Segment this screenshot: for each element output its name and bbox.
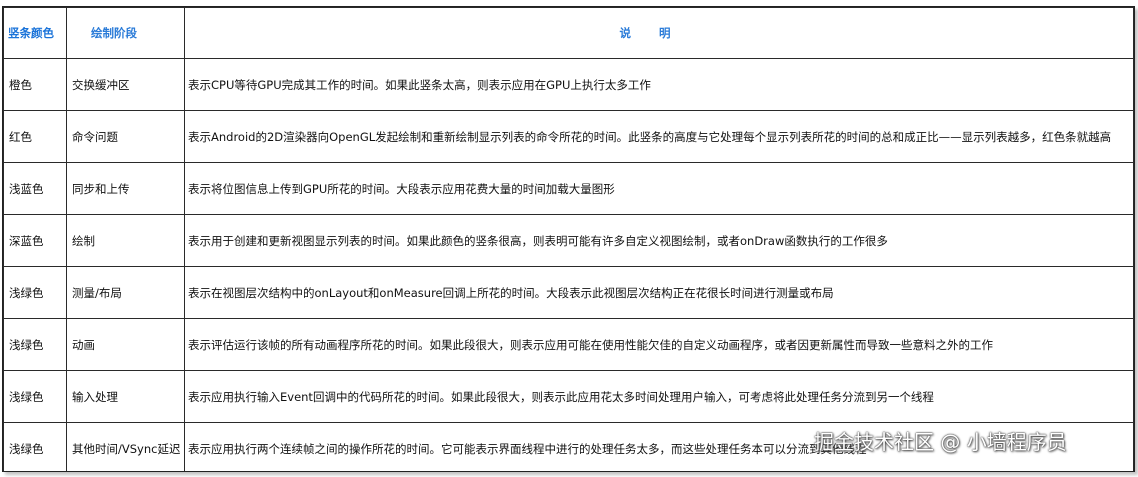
- cell-bar-color: 橙色: [3, 58, 67, 111]
- cell-render-stage: 测量/布局: [66, 266, 185, 319]
- render-stage-table: 竖条颜色 绘制阶段 说明 橙色 交换缓冲区 表示CPU等待GPU完成其工作的时间…: [3, 7, 1134, 471]
- cell-bar-color: 浅绿色: [3, 370, 67, 423]
- cell-bar-color: 浅绿色: [3, 422, 67, 471]
- table-row: 橙色 交换缓冲区 表示CPU等待GPU完成其工作的时间。如果此竖条太高，则表示应…: [3, 58, 1134, 111]
- cell-description: 表示评估运行该帧的所有动画程序所花的时间。如果此段很大，则表示应用可能在使用性能…: [184, 318, 1134, 371]
- cell-bar-color: 深蓝色: [3, 214, 67, 267]
- header-bar-color: 竖条颜色: [3, 7, 67, 59]
- cell-description: 表示Android的2D渲染器向OpenGL发起绘制和重新绘制显示列表的命令所花…: [184, 110, 1134, 163]
- cell-render-stage: 动画: [66, 318, 185, 371]
- cell-bar-color: 浅绿色: [3, 266, 67, 319]
- cell-bar-color: 浅绿色: [3, 318, 67, 371]
- cell-description: 表示CPU等待GPU完成其工作的时间。如果此竖条太高，则表示应用在GPU上执行太…: [184, 58, 1134, 111]
- cell-description: 表示应用执行输入Event回调中的代码所花的时间。如果此段很大，则表示此应用花太…: [184, 370, 1134, 423]
- cell-description: 表示用于创建和更新视图显示列表的时间。如果此颜色的竖条很高，则表明可能有许多自定…: [184, 214, 1134, 267]
- cell-render-stage: 输入处理: [66, 370, 185, 423]
- cell-render-stage: 绘制: [66, 214, 185, 267]
- cell-render-stage: 交换缓冲区: [66, 58, 185, 111]
- cell-render-stage: 命令问题: [66, 110, 185, 163]
- table-row: 浅绿色 输入处理 表示应用执行输入Event回调中的代码所花的时间。如果此段很大…: [3, 370, 1134, 423]
- table-row: 浅蓝色 同步和上传 表示将位图信息上传到GPU所花的时间。大段表示应用花费大量的…: [3, 162, 1134, 215]
- table-frame: 竖条颜色 绘制阶段 说明 橙色 交换缓冲区 表示CPU等待GPU完成其工作的时间…: [2, 6, 1135, 472]
- cell-bar-color: 浅蓝色: [3, 162, 67, 215]
- table-row: 浅绿色 动画 表示评估运行该帧的所有动画程序所花的时间。如果此段很大，则表示应用…: [3, 318, 1134, 371]
- watermark: 掘金技术社区 @ 小墙程序员: [814, 430, 1067, 454]
- cell-description: 表示将位图信息上传到GPU所花的时间。大段表示应用花费大量的时间加载大量图形: [184, 162, 1134, 215]
- cell-description: 表示在视图层次结构中的onLayout和onMeasure回调上所花的时间。大段…: [184, 266, 1134, 319]
- table-row: 红色 命令问题 表示Android的2D渲染器向OpenGL发起绘制和重新绘制显…: [3, 110, 1134, 163]
- table-row: 浅绿色 测量/布局 表示在视图层次结构中的onLayout和onMeasure回…: [3, 266, 1134, 319]
- header-render-stage: 绘制阶段: [66, 7, 185, 59]
- cell-render-stage: 同步和上传: [66, 162, 185, 215]
- cell-render-stage: 其他时间/VSync延迟: [66, 422, 185, 471]
- header-description: 说明: [184, 7, 1134, 59]
- table-row: 深蓝色 绘制 表示用于创建和更新视图显示列表的时间。如果此颜色的竖条很高，则表明…: [3, 214, 1134, 267]
- table-header-row: 竖条颜色 绘制阶段 说明: [3, 7, 1134, 59]
- cell-bar-color: 红色: [3, 110, 67, 163]
